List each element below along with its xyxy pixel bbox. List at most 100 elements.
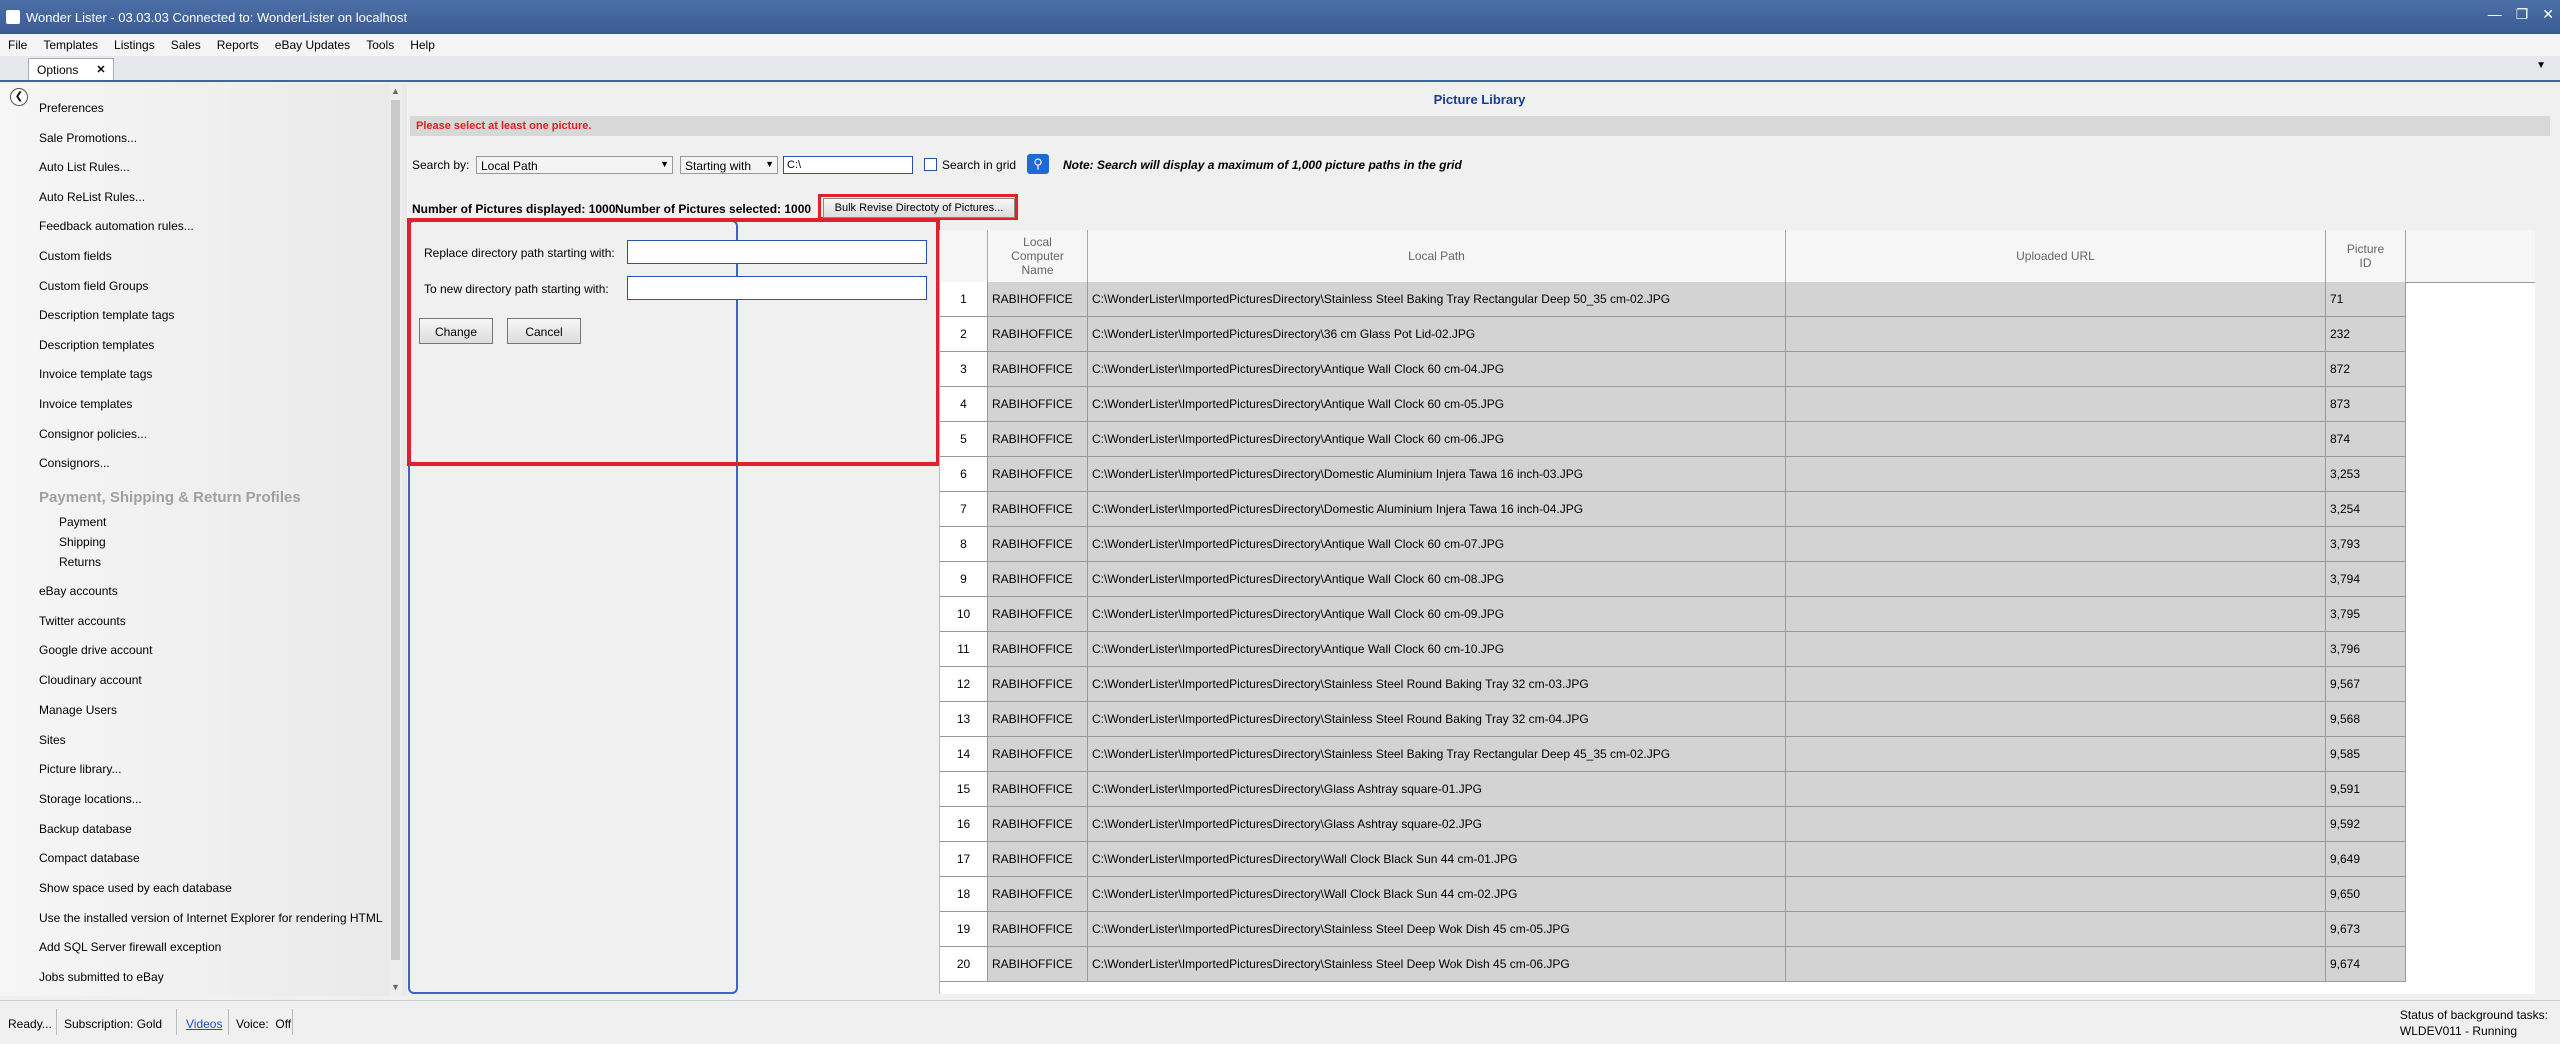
sidebar-item-payment[interactable]: Payment xyxy=(59,515,106,529)
computer-name-cell[interactable]: RABIHOFFICE xyxy=(988,317,1088,352)
table-row[interactable]: 10 RABIHOFFICE C:\WonderLister\ImportedPic… xyxy=(940,597,2535,632)
uploaded-url-cell[interactable] xyxy=(1786,562,2326,597)
picture-id-cell[interactable]: 3,794 xyxy=(2326,562,2406,597)
table-row[interactable]: 12 RABIHOFFICE C:\WonderLister\ImportedPic… xyxy=(940,667,2535,702)
local-path-cell[interactable]: C:\WonderLister\ImportedPicturesDirector… xyxy=(1088,457,1786,492)
table-row[interactable]: 20 RABIHOFFICE C:\WonderLister\ImportedPic… xyxy=(940,947,2535,982)
uploaded-url-cell[interactable] xyxy=(1786,387,2326,422)
local-path-cell[interactable]: C:\WonderLister\ImportedPicturesDirector… xyxy=(1088,702,1786,737)
sidebar-item[interactable]: Backup database xyxy=(39,822,132,836)
row-number-cell[interactable]: 7 xyxy=(940,492,988,527)
column-header-picture-id[interactable]: Picture ID xyxy=(2326,230,2406,282)
menu-help[interactable]: Help xyxy=(402,38,443,52)
menu-sales[interactable]: Sales xyxy=(163,38,209,52)
close-icon[interactable]: ✕ xyxy=(2542,6,2554,23)
table-row[interactable]: 19 RABIHOFFICE C:\WonderLister\ImportedPic… xyxy=(940,912,2535,947)
row-number-cell[interactable]: 6 xyxy=(940,457,988,492)
menu-file[interactable]: File xyxy=(0,38,35,52)
computer-name-cell[interactable]: RABIHOFFICE xyxy=(988,597,1088,632)
local-path-cell[interactable]: C:\WonderLister\ImportedPicturesDirector… xyxy=(1088,422,1786,457)
row-number-cell[interactable]: 1 xyxy=(940,282,988,317)
search-button[interactable]: ⚲ xyxy=(1027,154,1049,174)
table-row[interactable]: 15 RABIHOFFICE C:\WonderLister\ImportedPic… xyxy=(940,772,2535,807)
search-in-grid-checkbox[interactable] xyxy=(924,158,937,171)
computer-name-cell[interactable]: RABIHOFFICE xyxy=(988,492,1088,527)
local-path-cell[interactable]: C:\WonderLister\ImportedPicturesDirector… xyxy=(1088,352,1786,387)
uploaded-url-cell[interactable] xyxy=(1786,737,2326,772)
picture-id-cell[interactable]: 874 xyxy=(2326,422,2406,457)
sidebar-item[interactable]: Preferences xyxy=(39,101,104,115)
computer-name-cell[interactable]: RABIHOFFICE xyxy=(988,352,1088,387)
table-row[interactable]: 13 RABIHOFFICE C:\WonderLister\ImportedPic… xyxy=(940,702,2535,737)
computer-name-cell[interactable]: RABIHOFFICE xyxy=(988,527,1088,562)
local-path-cell[interactable]: C:\WonderLister\ImportedPicturesDirector… xyxy=(1088,877,1786,912)
sidebar-item[interactable]: Sale Promotions... xyxy=(39,131,137,145)
uploaded-url-cell[interactable] xyxy=(1786,492,2326,527)
sidebar-item[interactable]: Description template tags xyxy=(39,308,174,322)
picture-id-cell[interactable]: 9,585 xyxy=(2326,737,2406,772)
computer-name-cell[interactable]: RABIHOFFICE xyxy=(988,457,1088,492)
local-path-cell[interactable]: C:\WonderLister\ImportedPicturesDirector… xyxy=(1088,562,1786,597)
picture-id-cell[interactable]: 3,253 xyxy=(2326,457,2406,492)
sidebar-scrollbar[interactable]: ▲ ▼ xyxy=(389,84,402,996)
picture-id-cell[interactable]: 9,567 xyxy=(2326,667,2406,702)
picture-id-cell[interactable]: 71 xyxy=(2326,282,2406,317)
uploaded-url-cell[interactable] xyxy=(1786,842,2326,877)
local-path-cell[interactable]: C:\WonderLister\ImportedPicturesDirector… xyxy=(1088,527,1786,562)
sidebar-item[interactable]: Description templates xyxy=(39,338,154,352)
computer-name-cell[interactable]: RABIHOFFICE xyxy=(988,667,1088,702)
local-path-cell[interactable]: C:\WonderLister\ImportedPicturesDirector… xyxy=(1088,737,1786,772)
uploaded-url-cell[interactable] xyxy=(1786,597,2326,632)
computer-name-cell[interactable]: RABIHOFFICE xyxy=(988,387,1088,422)
picture-id-cell[interactable]: 232 xyxy=(2326,317,2406,352)
row-number-cell[interactable]: 18 xyxy=(940,877,988,912)
row-number-cell[interactable]: 14 xyxy=(940,737,988,772)
local-path-cell[interactable]: C:\WonderLister\ImportedPicturesDirector… xyxy=(1088,387,1786,422)
picture-id-cell[interactable]: 872 xyxy=(2326,352,2406,387)
row-number-cell[interactable]: 13 xyxy=(940,702,988,737)
table-row[interactable]: 3 RABIHOFFICE C:\WonderLister\ImportedPict… xyxy=(940,352,2535,387)
uploaded-url-cell[interactable] xyxy=(1786,772,2326,807)
row-number-cell[interactable]: 4 xyxy=(940,387,988,422)
computer-name-cell[interactable]: RABIHOFFICE xyxy=(988,842,1088,877)
tab-options[interactable]: Options ✕ xyxy=(28,58,114,80)
column-header-computer-name[interactable]: Local Computer Name xyxy=(988,230,1088,282)
back-arrow-icon[interactable]: ❮ xyxy=(10,88,28,106)
row-number-cell[interactable]: 16 xyxy=(940,807,988,842)
row-number-cell[interactable]: 12 xyxy=(940,667,988,702)
picture-id-cell[interactable]: 9,673 xyxy=(2326,912,2406,947)
uploaded-url-cell[interactable] xyxy=(1786,702,2326,737)
menu-reports[interactable]: Reports xyxy=(209,38,267,52)
sidebar-item[interactable]: Auto ReList Rules... xyxy=(39,190,145,204)
picture-id-cell[interactable]: 9,592 xyxy=(2326,807,2406,842)
sidebar-item[interactable]: Consignor policies... xyxy=(39,427,147,441)
picture-id-cell[interactable]: 9,591 xyxy=(2326,772,2406,807)
picture-id-cell[interactable]: 9,568 xyxy=(2326,702,2406,737)
tab-list-dropdown-icon[interactable]: ▼ xyxy=(2536,60,2546,71)
sidebar-item[interactable]: Manage Users xyxy=(39,703,117,717)
row-number-cell[interactable]: 3 xyxy=(940,352,988,387)
computer-name-cell[interactable]: RABIHOFFICE xyxy=(988,632,1088,667)
sidebar-item[interactable]: Consignors... xyxy=(39,456,110,470)
menu-templates[interactable]: Templates xyxy=(35,38,106,52)
uploaded-url-cell[interactable] xyxy=(1786,632,2326,667)
picture-id-cell[interactable]: 9,649 xyxy=(2326,842,2406,877)
local-path-cell[interactable]: C:\WonderLister\ImportedPicturesDirector… xyxy=(1088,912,1786,947)
computer-name-cell[interactable]: RABIHOFFICE xyxy=(988,877,1088,912)
computer-name-cell[interactable]: RABIHOFFICE xyxy=(988,912,1088,947)
picture-id-cell[interactable]: 3,796 xyxy=(2326,632,2406,667)
menu-listings[interactable]: Listings xyxy=(106,38,163,52)
maximize-icon[interactable]: ❐ xyxy=(2516,6,2529,23)
table-row[interactable]: 5 RABIHOFFICE C:\WonderLister\ImportedPict… xyxy=(940,422,2535,457)
search-field-select[interactable]: Local Path ▼ xyxy=(476,156,673,174)
local-path-cell[interactable]: C:\WonderLister\ImportedPicturesDirector… xyxy=(1088,947,1786,982)
scroll-down-icon[interactable]: ▼ xyxy=(389,982,402,992)
local-path-cell[interactable]: C:\WonderLister\ImportedPicturesDirector… xyxy=(1088,842,1786,877)
uploaded-url-cell[interactable] xyxy=(1786,457,2326,492)
uploaded-url-cell[interactable] xyxy=(1786,422,2326,457)
bulk-revise-button[interactable]: Bulk Revise Directoty of Pictures... xyxy=(823,198,1015,218)
computer-name-cell[interactable]: RABIHOFFICE xyxy=(988,772,1088,807)
picture-id-cell[interactable]: 3,793 xyxy=(2326,527,2406,562)
uploaded-url-cell[interactable] xyxy=(1786,912,2326,947)
table-row[interactable]: 1 RABIHOFFICE C:\WonderLister\ImportedPict… xyxy=(940,282,2535,317)
